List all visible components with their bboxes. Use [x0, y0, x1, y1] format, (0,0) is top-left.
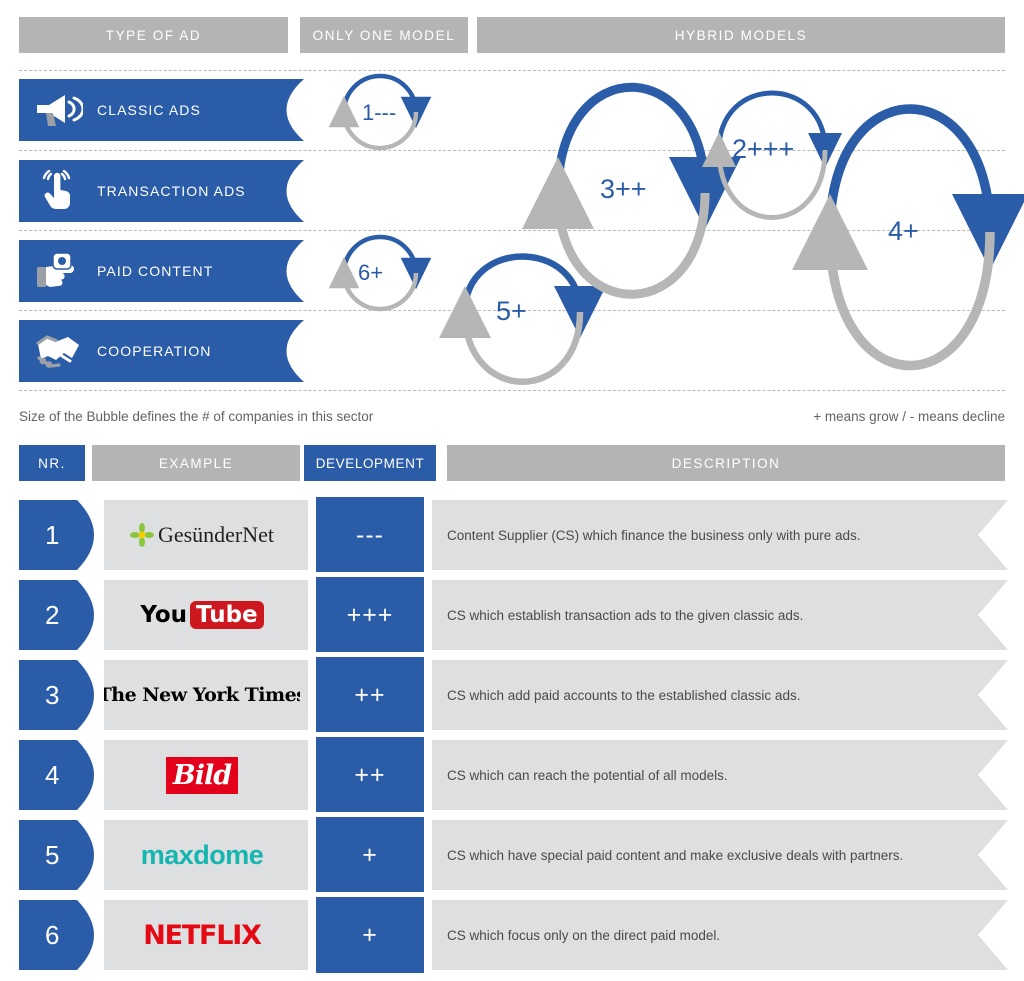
table-header-development: DEVELOPMENT [304, 445, 436, 481]
development-badge: + [316, 817, 424, 893]
development-value: +++ [346, 600, 394, 629]
row-description: CS which add paid accounts to the establ… [447, 687, 801, 703]
caption-legend-grow-decline: + means grow / - means decline [813, 409, 1005, 424]
loop-label-2: 2+++ [732, 134, 795, 164]
loop-label-4: 4+ [888, 216, 919, 246]
loop-diagram: 1--- 6+ 5+ 3++ 2+++ 4+ [0, 60, 1024, 400]
table-header-label: DESCRIPTION [671, 455, 781, 471]
table-row[interactable]: 2 You Tube +++ CS which establish transa… [0, 580, 1024, 650]
development-badge: +++ [316, 577, 424, 653]
category-header-only-one-model: ONLY ONE MODEL [300, 17, 468, 53]
loop-label-5: 5+ [496, 296, 527, 326]
table-header-label: NR. [38, 455, 66, 471]
table-header-label: EXAMPLE [158, 455, 234, 471]
table-header-example: EXAMPLE [92, 445, 300, 481]
table-row[interactable]: 4 Bild ++ CS which can reach the potenti… [0, 740, 1024, 810]
table-row[interactable]: 1 GesünderNet --- Content Supplier (CS) … [0, 500, 1024, 570]
development-badge: --- [316, 497, 424, 573]
table-header-label: DEVELOPMENT [315, 455, 425, 471]
development-value: --- [356, 520, 384, 549]
development-value: + [362, 840, 378, 869]
development-value: + [362, 920, 378, 949]
category-header-label: HYBRID MODELS [674, 27, 808, 43]
table-row[interactable]: 5 maxdome + CS which have special paid c… [0, 820, 1024, 890]
category-header-type-of-ad: TYPE OF AD [19, 17, 288, 53]
row-description: CS which establish transaction ads to th… [447, 607, 804, 623]
development-value: ++ [354, 760, 386, 789]
table-header-description: DESCRIPTION [447, 445, 1005, 481]
category-header-label: ONLY ONE MODEL [312, 27, 456, 43]
row-description: CS which focus only on the direct paid m… [447, 927, 721, 943]
table-row[interactable]: 6 NETFLIX + CS which focus only on the d… [0, 900, 1024, 970]
row-description: Content Supplier (CS) which finance the … [447, 527, 861, 543]
development-value: ++ [354, 680, 386, 709]
row-description: CS which have special paid content and m… [447, 847, 904, 863]
table-row[interactable]: 3 The New York Times ++ CS which add pai… [0, 660, 1024, 730]
development-badge: ++ [316, 737, 424, 813]
loop-label-6: 6+ [358, 260, 384, 285]
category-header-label: TYPE OF AD [105, 27, 202, 43]
category-header-hybrid-models: HYBRID MODELS [477, 17, 1005, 53]
table-header-nr: NR. [19, 445, 85, 481]
loop-label-3: 3++ [600, 174, 647, 204]
caption-bubble-size: Size of the Bubble defines the # of comp… [19, 409, 374, 424]
loop-label-1: 1--- [362, 100, 397, 125]
development-badge: + [316, 897, 424, 973]
row-description: CS which can reach the potential of all … [447, 767, 728, 783]
development-badge: ++ [316, 657, 424, 733]
